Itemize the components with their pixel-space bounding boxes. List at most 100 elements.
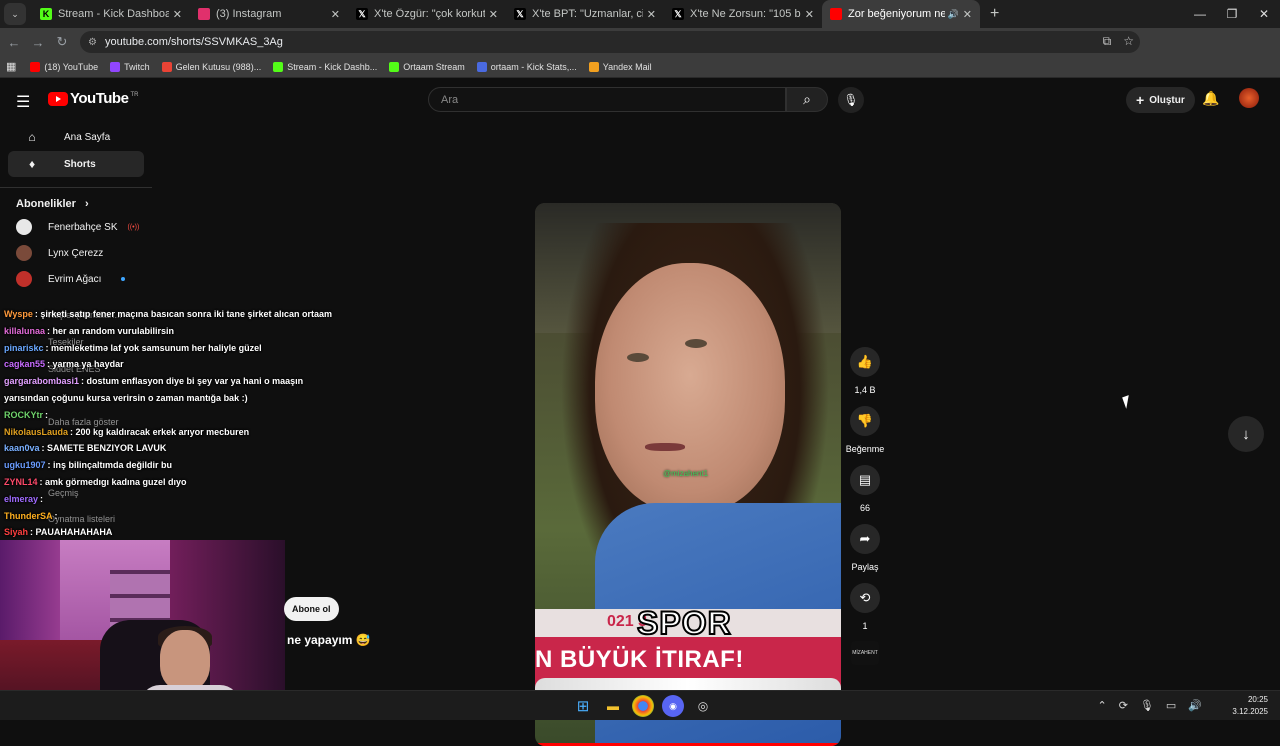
chat-username[interactable]: killalunaa [4,326,45,336]
windows-start-icon[interactable]: ⊞ [572,695,594,717]
create-button[interactable]: + Oluştur [1126,87,1195,113]
tab-close-icon[interactable]: ✕ [173,8,182,21]
subscription-fenerbahce[interactable]: Fenerbahçe SK ((•)) [0,214,152,240]
channel-thumbnail[interactable]: MİZAHENT [851,641,879,665]
tray-sync-icon[interactable]: ⟳ [1119,699,1128,712]
install-app-icon[interactable]: ⧉ [1103,34,1112,49]
tab-close-icon[interactable]: ✕ [647,8,656,21]
tab-audio-icon[interactable]: 🔊 [948,9,959,20]
file-explorer-icon[interactable]: ▬ [602,695,624,717]
tab-close-icon[interactable]: ✕ [489,8,498,21]
bookmark-item[interactable]: Stream - Kick Dashb... [273,61,377,72]
chat-message: cagkan55: yarma ya haydar [4,356,344,373]
chat-username[interactable]: cagkan55 [4,359,45,369]
youtube-logo[interactable]: YouTube TR [48,90,138,107]
tab-close-icon[interactable]: ✕ [963,8,972,21]
tab-close-icon[interactable]: ✕ [805,8,814,21]
tray-volume-icon[interactable]: 🔊 [1188,699,1202,712]
notifications-bell-icon[interactable]: 🔔 [1202,90,1219,107]
home-icon: ⌂ [28,130,36,144]
subscribe-button[interactable]: Abone ol [284,597,339,621]
dislike-label: Beğenme [845,444,885,454]
subscription-evrim-agaci[interactable]: Evrim Ağacı [0,266,152,292]
forward-button[interactable]: → [26,35,50,50]
stream-chat-overlay: Wyspe: şirketi satıp fener maçına basıca… [4,306,344,541]
hamburger-menu-icon[interactable]: ☰ [16,92,30,112]
tab-search-button[interactable]: ⌄ [4,3,26,25]
logo-text: YouTube [70,90,129,107]
apps-grid-icon[interactable]: ▦ [6,60,16,73]
bookmark-item[interactable]: Ortaam Stream [389,61,465,72]
comments-button[interactable]: ▤ 66 [843,465,887,513]
search-input[interactable]: Ara [428,87,786,112]
share-button[interactable]: ➦ Paylaş [843,524,887,572]
browser-tab[interactable]: 𝕏 X'te BPT: "Uzmanlar, cinsel ilişk ✕ [506,0,664,28]
close-window-button[interactable]: ✕ [1248,0,1280,28]
chat-username[interactable]: kaan0va [4,443,40,453]
browser-tab[interactable]: Zor beğeniyorum ne yapay🔊 ✕ [822,0,980,28]
next-short-button[interactable]: ↓ [1228,416,1264,452]
chat-text: : amk görmedıgı kadına guzel dıyo [39,476,187,487]
chat-username[interactable]: ThunderSA [4,511,53,521]
url-field[interactable]: ⚙ youtube.com/shorts/SSVMKAS_3Ag ⧉ ☆ [80,31,1140,53]
obs-icon[interactable]: ◎ [692,695,714,717]
chat-username[interactable]: ZYNL14 [4,477,38,487]
chat-username[interactable]: ROCKYtr [4,410,43,420]
short-title[interactable]: ne yapayım 😅 [287,633,371,647]
browser-tab[interactable]: K Stream - Kick Dashboard ✕ [32,0,190,28]
chat-text: yarısından çoğunu kursa verirsin o zaman… [4,392,248,403]
chat-username[interactable]: Wyspe [4,309,33,319]
new-tab-button[interactable]: + [980,5,1009,23]
tray-display-icon[interactable]: ▭ [1166,699,1176,712]
bookmark-item[interactable]: ortaam - Kick Stats,... [476,61,577,72]
video-watermark: @mizahent1 [663,469,709,478]
like-button[interactable]: 👍 1,4 B [843,347,887,395]
chat-username[interactable]: ugku1907 [4,460,46,470]
chat-message: ugku1907: inş bilinçaltımda değildir bu [4,457,344,474]
video-frame-mouth [645,443,685,451]
tray-microphone-icon[interactable]: 🎙 [1140,699,1154,712]
bookmark-label: (18) YouTube [44,61,99,72]
browser-tab[interactable]: 𝕏 X'te Özgür: "çok korkutucu bö ✕ [348,0,506,28]
subscriptions-header[interactable]: Abonelikler › [0,198,152,210]
minimize-button[interactable]: — [1184,0,1216,28]
chat-text: : dostum enflasyon diye bi şey var ya ha… [81,376,304,387]
tab-close-icon[interactable]: ✕ [331,8,340,21]
discord-icon[interactable]: ◉ [662,695,684,717]
tab-title: X'te Ne Zorsun: "105 bin TL kir [690,8,801,20]
chat-username[interactable]: pinariskc [4,343,44,353]
restore-button[interactable]: ❐ [1216,0,1248,28]
subscription-lynx[interactable]: Lynx Çerezz [0,240,152,266]
bookmark-item[interactable]: Twitch [110,61,150,72]
chat-text: : [54,510,58,521]
create-label: Oluştur [1149,94,1185,106]
bookmark-item[interactable]: Yandex Mail [588,61,652,72]
sidebar-item-shorts[interactable]: ♦ Shorts [8,151,144,177]
browser-tab[interactable]: (3) Instagram ✕ [190,0,348,28]
chrome-icon[interactable] [632,695,654,717]
bookmark-star-icon[interactable]: ☆ [1123,34,1134,49]
sidebar-item-home[interactable]: ⌂ Ana Sayfa [8,124,144,150]
chevron-right-icon: › [84,198,89,210]
chat-username[interactable]: NikolausLauda [4,427,68,437]
reload-button[interactable]: ↻ [50,34,74,50]
chat-text: : PAUAHAHAHAHA [30,527,113,538]
short-video-player[interactable]: @mizahent1 021 3 N BÜYÜK İTIRAF! SPOR [535,203,841,746]
voice-search-button[interactable]: 🎙 [838,87,864,113]
taskbar-clock[interactable]: 20:25 3.12.2025 [1232,694,1268,718]
browser-tab[interactable]: 𝕏 X'te Ne Zorsun: "105 bin TL kir ✕ [664,0,822,28]
search-button[interactable]: ⌕ [786,87,828,112]
account-avatar[interactable] [1239,88,1259,108]
chat-username[interactable]: Siyah [4,527,28,537]
browser-tab-bar: ⌄ K Stream - Kick Dashboard ✕ (3) Instagram… [0,0,1280,28]
chat-username[interactable]: gargarabombasi1 [4,376,79,386]
remix-button[interactable]: ⟲ 1 [843,583,887,631]
bookmark-item[interactable]: (18) YouTube [30,61,99,72]
bookmark-item[interactable]: Gelen Kutusu (988)... [161,61,261,72]
tray-chevron-up-icon[interactable]: ⌃ [1097,699,1106,712]
site-info-icon[interactable]: ⚙ [88,37,97,48]
bookmarks-bar: ▦ (18) YouTube Twitch Gelen Kutusu (988)..… [0,56,1280,78]
chat-username[interactable]: elmeray [4,494,38,504]
back-button[interactable]: ← [2,35,26,50]
dislike-button[interactable]: 👎 Beğenme [843,406,887,454]
